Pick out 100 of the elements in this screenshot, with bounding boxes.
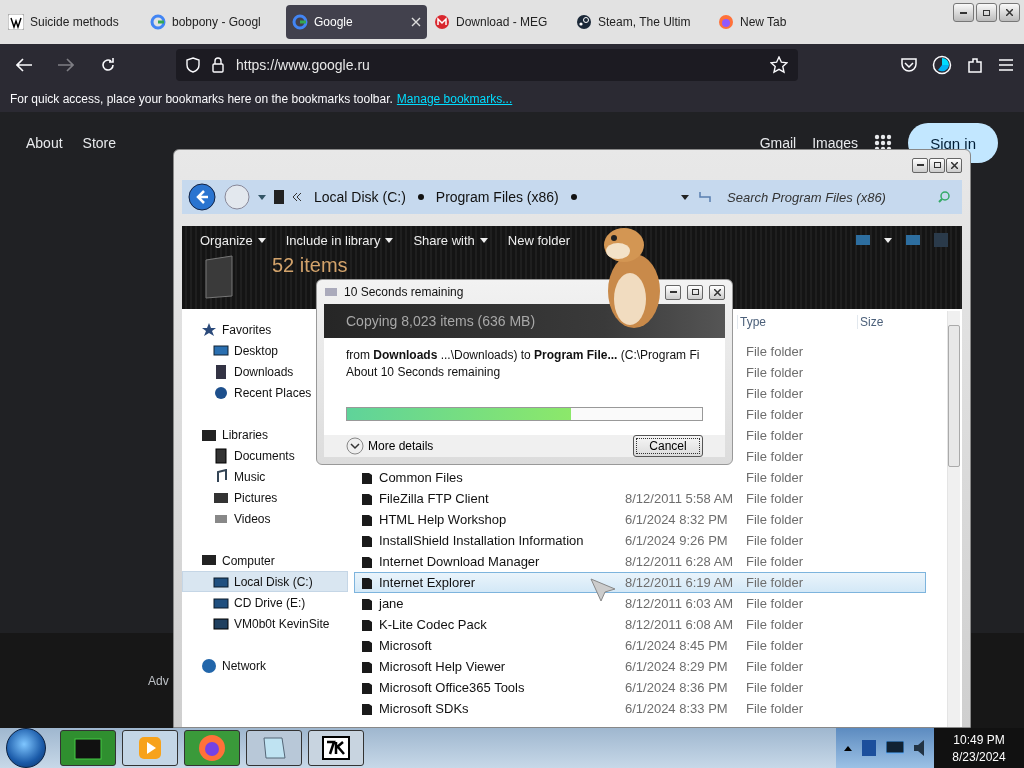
toolbar-button[interactable]: Organize — [192, 227, 274, 253]
file-date: 6/1/2024 8:32 PM — [625, 512, 729, 527]
browser-tab[interactable]: Download - MEG — [428, 5, 569, 39]
file-type: File folder — [746, 575, 805, 590]
file-name: Microsoft SDKs — [379, 701, 470, 716]
toolbar-button[interactable]: Share with — [405, 227, 496, 253]
file-row[interactable]: K-Lite Codec Pack 8/12/2011 6:08 AM File folder — [354, 614, 926, 635]
column-header[interactable]: Type — [737, 315, 857, 329]
toolbar-button[interactable]: Include in library — [277, 227, 402, 253]
monitor-icon — [213, 342, 229, 359]
back-button[interactable] — [188, 183, 216, 211]
file-type: File folder — [746, 701, 805, 716]
manage-bookmarks-link[interactable]: Manage bookmarks... — [396, 92, 513, 106]
nav-item[interactable]: Pictures — [182, 487, 348, 508]
scrollbar[interactable] — [947, 311, 960, 727]
file-row[interactable]: Common Files File folder — [354, 467, 926, 488]
breadcrumb[interactable]: Local Disk (C:) — [310, 189, 410, 205]
maximize-button[interactable] — [929, 157, 945, 173]
file-row[interactable]: Microsoft Help Viewer 6/1/2024 8:29 PM File folder — [354, 656, 926, 677]
nav-item[interactable]: Documents — [182, 445, 348, 466]
minimize-button[interactable] — [912, 157, 928, 173]
close-icon[interactable] — [411, 17, 421, 27]
nav-link[interactable]: Store — [82, 135, 117, 151]
taskbar-button[interactable] — [246, 730, 302, 766]
extensions-icon[interactable] — [966, 56, 984, 74]
more-details-button[interactable]: More details — [346, 437, 434, 455]
folder-icon — [361, 659, 373, 674]
minimize-button[interactable] — [953, 3, 974, 22]
nav-item[interactable]: Music — [182, 466, 348, 487]
nav-item[interactable]: Libraries — [182, 424, 348, 445]
browser-tab[interactable]: New Tab — [712, 5, 853, 39]
browser-tab[interactable]: Steam, The Ultim — [570, 5, 711, 39]
search-field[interactable]: Search Program Files (x86) — [721, 184, 956, 210]
nav-item[interactable]: Videos — [182, 508, 348, 529]
file-row[interactable]: Internet Download Manager 8/12/2011 6:28 AM File folder — [354, 551, 926, 572]
close-button[interactable] — [946, 157, 962, 173]
close-icon — [713, 288, 721, 296]
folder-icon — [361, 491, 373, 506]
caret-icon — [258, 194, 266, 200]
close-icon — [1006, 9, 1013, 16]
browser-tab[interactable]: Suicide methods — [2, 5, 143, 39]
file-row[interactable]: Microsoft 6/1/2024 8:45 PM File folder — [354, 635, 926, 656]
clock[interactable]: 10:49 PM 8/23/2024 — [934, 728, 1024, 768]
folder-icon — [361, 575, 373, 590]
star-icon[interactable] — [770, 56, 788, 74]
caret-up-icon[interactable] — [844, 745, 852, 751]
column-header[interactable]: Size — [857, 315, 946, 329]
file-row[interactable]: FileZilla FTP Client 8/12/2011 5:58 AM File folder — [354, 488, 926, 509]
address-field[interactable]: https://www.google.ru — [176, 49, 798, 81]
file-name: Microsoft Office365 Tools — [379, 680, 526, 695]
maximize-button[interactable] — [687, 284, 703, 300]
breadcrumb[interactable]: Program Files (x86) — [431, 189, 563, 205]
taskbar-button[interactable] — [308, 730, 364, 766]
toolbar-button[interactable]: New folder — [499, 227, 578, 253]
dialog-title: 10 Seconds remaining — [344, 285, 465, 300]
nav-link[interactable]: Gmail — [759, 135, 797, 151]
file-row[interactable]: HTML Help Workshop 6/1/2024 8:32 PM File folder — [354, 509, 926, 530]
file-row[interactable]: InstallShield Installation Information 6/1/2024 9:26 PM File folder — [354, 530, 926, 551]
nav-link[interactable]: Images — [812, 135, 859, 151]
pocket-icon[interactable] — [900, 57, 918, 73]
maximize-icon — [983, 9, 990, 16]
restore-button[interactable] — [976, 3, 997, 22]
nav-item[interactable]: Recent Places — [182, 382, 348, 403]
nav-item[interactable]: Favorites — [182, 319, 348, 340]
lock-icon — [212, 57, 224, 73]
browser-tab[interactable]: bobpony - Googl — [144, 5, 285, 39]
folder-icon — [361, 470, 373, 485]
browser-tab[interactable]: Google — [286, 5, 427, 39]
copy-heading: Copying 8,023 items (636 MB) — [346, 313, 536, 330]
nav-item[interactable]: Local Disk (C:) — [182, 571, 348, 592]
minimize-button[interactable] — [665, 284, 681, 300]
menu-icon[interactable] — [998, 58, 1014, 72]
close-button[interactable] — [999, 3, 1020, 22]
file-row[interactable]: jane 8/12/2011 6:03 AM File folder — [354, 593, 926, 614]
footer-link[interactable]: Adv — [148, 673, 169, 688]
cancel-button[interactable]: Cancel — [633, 435, 703, 457]
file-type: File folder — [746, 617, 805, 632]
nav-item[interactable]: VM0b0t KevinSite — [182, 613, 348, 634]
folder-icon — [361, 617, 373, 632]
folder-icon — [361, 554, 373, 569]
archive-icon — [321, 735, 351, 761]
nav-link[interactable]: About — [26, 135, 63, 151]
taskbar-button[interactable] — [122, 730, 178, 766]
close-button[interactable] — [709, 284, 725, 300]
monitor-icon[interactable] — [886, 741, 904, 755]
file-type: File folder — [746, 638, 805, 653]
progress-circle-icon[interactable] — [932, 55, 952, 75]
minimize-icon — [960, 11, 967, 14]
file-row[interactable]: Internet Explorer 8/12/2011 6:19 AM File folder — [354, 572, 926, 593]
g-logo-icon — [292, 14, 308, 30]
nav-item[interactable]: Network — [182, 655, 348, 676]
m-logo-icon — [434, 14, 450, 30]
taskbar-button[interactable] — [60, 730, 116, 766]
start-button[interactable] — [6, 728, 46, 768]
nav-item[interactable]: CD Drive (E:) — [182, 592, 348, 613]
nav-item[interactable]: Computer — [182, 550, 348, 571]
file-row[interactable]: Microsoft Office365 Tools 6/1/2024 8:36 PM File folder — [354, 677, 926, 698]
file-row[interactable]: Microsoft SDKs 6/1/2024 8:33 PM File folder — [354, 698, 926, 719]
speaker-icon[interactable] — [914, 740, 924, 756]
forward-button[interactable] — [224, 184, 250, 210]
